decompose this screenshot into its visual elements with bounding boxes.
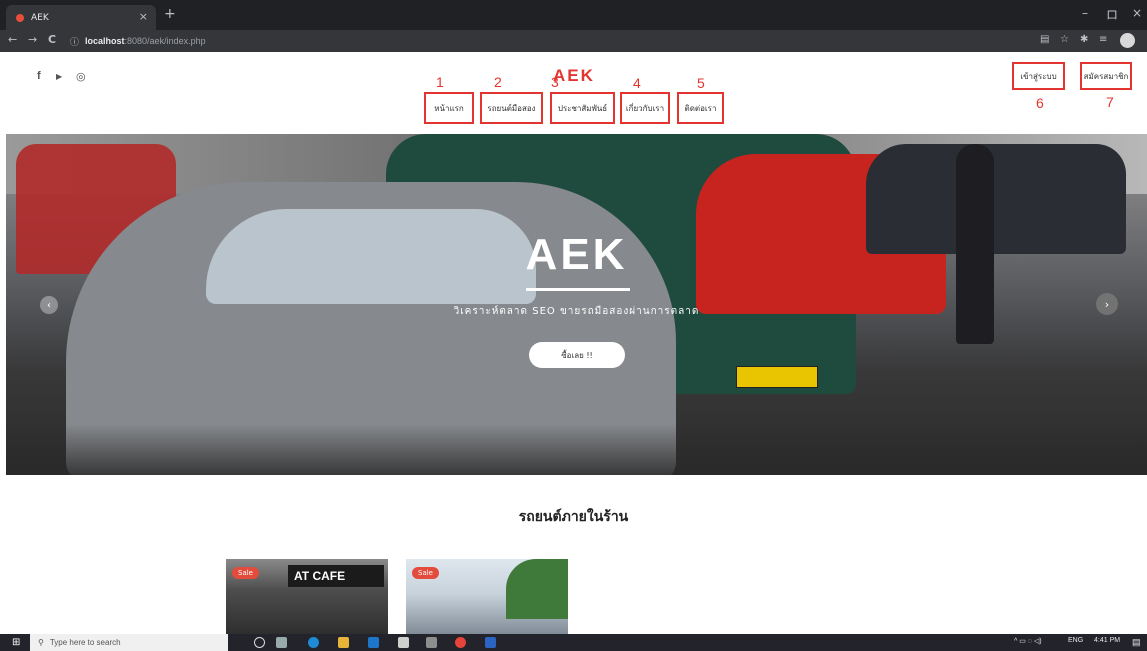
url-path: :8080/aek/index.php <box>124 36 206 46</box>
url-field[interactable]: ⓘ localhost :8080/aek/index.php <box>70 33 1030 49</box>
nav-contact[interactable]: ติดต่อเรา <box>677 92 724 124</box>
windows-start-icon[interactable]: ⊞ <box>12 637 20 648</box>
annotation-marker: 1 <box>436 74 444 90</box>
sale-badge: Sale <box>412 567 439 579</box>
edge-icon[interactable] <box>308 637 319 648</box>
youtube-icon[interactable]: ▶ <box>56 72 62 81</box>
nav-about[interactable]: เกี่ยวกับเรา <box>620 92 670 124</box>
os-taskbar: ⊞ ⚲ Type here to search ^ ▭ ◌ ◁) ENG 4:4… <box>0 634 1147 651</box>
nav-used-cars[interactable]: รถยนต์มือสอง <box>480 92 543 124</box>
section-title: รถยนต์ภายในร้าน <box>518 509 629 525</box>
translate-icon[interactable]: ▤ <box>1040 34 1049 45</box>
register-button[interactable]: สมัครสมาชิก <box>1080 62 1132 90</box>
address-bar-row: ← → C ⓘ localhost :8080/aek/index.php ▤ … <box>0 30 1147 52</box>
nav-news[interactable]: ประชาสัมพันธ์ <box>550 92 615 124</box>
new-tab-button[interactable]: + <box>164 6 176 22</box>
carousel-prev-icon[interactable]: ‹ <box>40 296 58 314</box>
car-card[interactable]: AT CAFE Sale <box>226 559 388 637</box>
carousel-next-icon[interactable]: › <box>1096 293 1118 315</box>
site-logo[interactable]: AEK <box>553 66 595 86</box>
bookmark-star-icon[interactable]: ☆ <box>1060 34 1069 45</box>
annotation-marker: 4 <box>633 75 641 91</box>
card-tree <box>506 559 568 619</box>
browser-tab[interactable]: AEK × <box>6 5 156 30</box>
reload-button[interactable]: C <box>48 33 56 46</box>
extensions-icon[interactable]: ✱ <box>1080 34 1088 45</box>
app-icon[interactable] <box>426 637 437 648</box>
nav-home[interactable]: หน้าแรก <box>424 92 474 124</box>
hero-floor <box>6 424 1147 475</box>
profile-avatar[interactable] <box>1120 33 1135 48</box>
car-card[interactable]: Sale <box>406 559 568 637</box>
hero-subtitle: วิเคราะห์ตลาด SEO ขายรถมือสองผ่านการตลาด <box>453 306 700 317</box>
login-button[interactable]: เข้าสู่ระบบ <box>1012 62 1065 90</box>
hero-carousel: AEK วิเคราะห์ตลาด SEO ขายรถมือสองผ่านการ… <box>6 134 1147 475</box>
cortana-icon[interactable] <box>254 637 265 648</box>
annotation-marker: 7 <box>1106 94 1114 110</box>
window-close-button[interactable]: × <box>1132 6 1142 20</box>
hero-plate <box>736 366 818 388</box>
annotation-marker: 3 <box>551 74 559 90</box>
sale-badge: Sale <box>232 567 259 579</box>
browser-tab-strip: AEK × + – ロ × <box>0 0 1147 30</box>
card-sign: AT CAFE <box>288 565 384 587</box>
clock[interactable]: 4:41 PM <box>1094 637 1120 644</box>
favicon-icon <box>16 13 24 22</box>
annotation-marker: 6 <box>1036 95 1044 111</box>
forward-button[interactable]: → <box>28 33 37 46</box>
hero-title: AEK <box>525 230 628 279</box>
annotation-marker: 5 <box>697 75 705 91</box>
reading-list-icon[interactable]: ≡ <box>1099 34 1107 45</box>
taskbar-search[interactable]: ⚲ Type here to search <box>30 634 228 651</box>
word-icon[interactable] <box>485 637 496 648</box>
mail-icon[interactable] <box>368 637 379 648</box>
maximize-button[interactable]: ロ <box>1106 6 1118 23</box>
app-icon[interactable] <box>398 637 409 648</box>
minimize-button[interactable]: – <box>1082 6 1088 20</box>
facebook-icon[interactable]: f <box>37 70 41 82</box>
task-view-icon[interactable] <box>276 637 287 648</box>
annotation-marker: 2 <box>494 74 502 90</box>
tray-icons[interactable]: ^ ▭ ◌ ◁) <box>1014 637 1042 645</box>
language-indicator[interactable]: ENG <box>1068 637 1083 644</box>
tab-title: AEK <box>31 12 49 23</box>
url-host: localhost <box>85 36 125 46</box>
tab-close-icon[interactable]: × <box>139 10 148 23</box>
back-button[interactable]: ← <box>8 33 17 46</box>
site-info-icon[interactable]: ⓘ <box>70 35 79 48</box>
notification-icon[interactable]: ▤ <box>1132 637 1141 648</box>
hero-divider <box>526 288 630 291</box>
buy-now-button[interactable]: ซื้อเลย !! <box>529 342 625 368</box>
taskbar-search-placeholder: Type here to search <box>49 638 121 647</box>
chrome-icon[interactable] <box>455 637 466 648</box>
search-icon: ⚲ <box>38 638 44 647</box>
explorer-icon[interactable] <box>338 637 349 648</box>
instagram-icon[interactable]: ◎ <box>76 70 86 83</box>
